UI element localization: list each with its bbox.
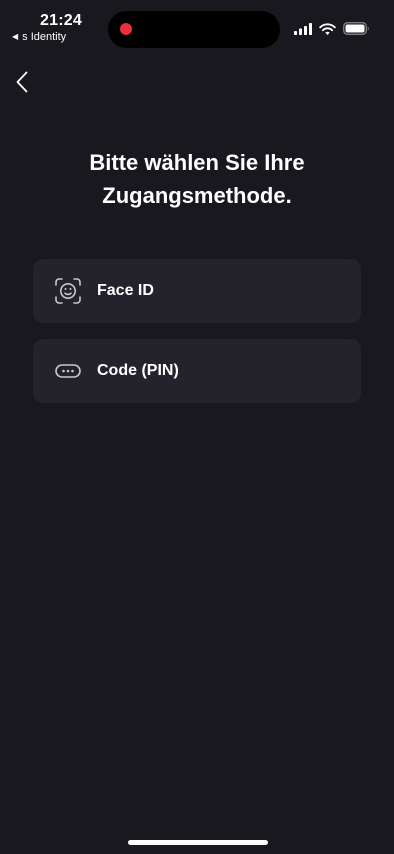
chevron-left-icon bbox=[16, 71, 28, 98]
page-title: Bitte wählen Sie Ihre Zugangsmethode. bbox=[20, 146, 374, 212]
dynamic-island bbox=[108, 11, 280, 48]
wifi-icon bbox=[319, 22, 336, 40]
home-indicator[interactable] bbox=[128, 840, 268, 845]
battery-icon bbox=[343, 22, 370, 40]
pin-code-option-button[interactable]: Code (PIN) bbox=[33, 339, 361, 403]
pin-code-option-label: Code (PIN) bbox=[97, 362, 179, 379]
face-id-option-label: Face ID bbox=[97, 282, 154, 299]
face-id-icon bbox=[55, 278, 81, 304]
signal-icon bbox=[294, 22, 312, 40]
back-triangle-icon: ◀ bbox=[12, 32, 19, 41]
back-button[interactable] bbox=[12, 71, 32, 98]
status-icons bbox=[294, 22, 370, 40]
back-to-app-label: s Identity bbox=[22, 31, 67, 43]
status-time: 21:24 bbox=[40, 12, 82, 29]
back-to-app-link[interactable]: ◀ s Identity bbox=[12, 31, 66, 43]
status-bar: 21:24 ◀ s Identity bbox=[0, 0, 394, 56]
page-title-line-1: Bitte wählen Sie Ihre bbox=[89, 150, 305, 175]
recording-indicator-icon bbox=[120, 23, 132, 35]
face-id-option-button[interactable]: Face ID bbox=[33, 259, 361, 323]
page-title-line-2: Zugangsmethode. bbox=[102, 183, 292, 208]
pin-code-icon bbox=[55, 358, 81, 384]
